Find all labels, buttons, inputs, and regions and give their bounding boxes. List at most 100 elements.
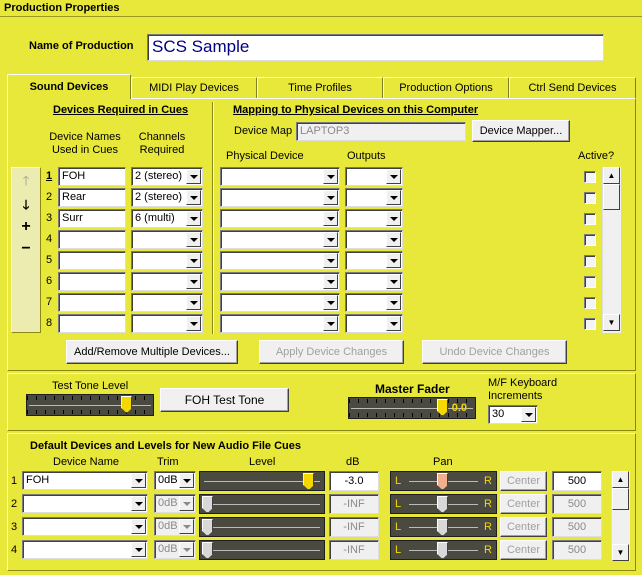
device-name-field[interactable] [58, 251, 126, 270]
chevron-down-icon[interactable] [186, 232, 201, 247]
trim-select[interactable]: 0dB [154, 494, 196, 513]
chevron-down-icon[interactable] [186, 295, 201, 310]
chevron-down-icon[interactable] [323, 190, 338, 205]
chevron-down-icon[interactable] [186, 169, 201, 184]
channels-select[interactable] [131, 272, 203, 291]
level-slider[interactable] [199, 540, 325, 560]
pan-slider[interactable]: LR [390, 494, 497, 514]
scroll-up-icon[interactable]: ▲ [612, 471, 629, 488]
channels-select[interactable] [131, 293, 203, 312]
defaults-scrollbar[interactable]: ▲ ▼ [611, 471, 630, 561]
test-tone-slider[interactable] [26, 394, 154, 416]
pan-center-button[interactable]: Center [500, 494, 547, 514]
device-name-field[interactable] [58, 314, 126, 333]
tab-midi-play-devices[interactable]: MIDI Play Devices [131, 77, 257, 98]
trim-select[interactable]: 0dB [154, 471, 196, 490]
chevron-down-icon[interactable] [186, 190, 201, 205]
chevron-down-icon[interactable] [386, 274, 401, 289]
pan-value-field[interactable]: 500 [552, 494, 602, 514]
pan-slider[interactable]: LR [390, 517, 497, 537]
outputs-select[interactable] [345, 272, 403, 291]
physical-device-select[interactable] [220, 230, 340, 249]
chevron-down-icon[interactable] [386, 169, 401, 184]
level-thumb[interactable] [202, 542, 213, 559]
chevron-down-icon[interactable] [386, 211, 401, 226]
pan-center-button[interactable]: Center [500, 517, 547, 537]
pan-center-button[interactable]: Center [500, 471, 547, 491]
outputs-select[interactable] [345, 251, 403, 270]
chevron-down-icon[interactable] [521, 407, 536, 422]
device-name-field[interactable]: Surr [58, 209, 126, 228]
physical-device-select[interactable] [220, 167, 340, 186]
pan-value-field[interactable]: 500 [552, 540, 602, 560]
pan-thumb[interactable] [437, 519, 448, 536]
remove-device-icon[interactable]: − [12, 240, 40, 258]
chevron-down-icon[interactable] [323, 274, 338, 289]
active-checkbox[interactable] [584, 276, 596, 288]
device-name-field[interactable] [58, 230, 126, 249]
pan-thumb[interactable] [437, 496, 448, 513]
level-slider[interactable] [199, 471, 325, 491]
chevron-down-icon[interactable] [131, 542, 146, 557]
pan-slider[interactable]: LR [390, 471, 497, 491]
undo-device-changes-button[interactable]: Undo Device Changes [422, 340, 567, 364]
chevron-down-icon[interactable] [386, 232, 401, 247]
physical-device-select[interactable] [220, 293, 340, 312]
foh-test-tone-button[interactable]: FOH Test Tone [160, 388, 289, 412]
outputs-select[interactable] [345, 167, 403, 186]
scrollbar-thumb[interactable] [612, 488, 629, 510]
tab-ctrl-send-devices[interactable]: Ctrl Send Devices [509, 77, 636, 98]
chevron-down-icon[interactable] [386, 295, 401, 310]
chevron-down-icon[interactable] [386, 253, 401, 268]
active-checkbox[interactable] [584, 297, 596, 309]
chevron-down-icon[interactable] [131, 473, 146, 488]
level-thumb[interactable] [202, 496, 213, 513]
pan-thumb[interactable] [437, 473, 448, 490]
db-field[interactable]: -INF [329, 540, 379, 560]
chevron-down-icon[interactable] [386, 190, 401, 205]
mapping-scrollbar[interactable]: ▲ ▼ [602, 167, 621, 333]
pan-value-field[interactable]: 500 [552, 517, 602, 537]
chevron-down-icon[interactable] [179, 496, 194, 511]
scroll-down-icon[interactable]: ▼ [612, 544, 629, 561]
pan-slider[interactable]: LR [390, 540, 497, 560]
device-name-field[interactable]: Rear [58, 188, 126, 207]
db-field[interactable]: -INF [329, 494, 379, 514]
channels-select[interactable]: 2 (stereo) [131, 167, 203, 186]
device-name-field[interactable] [58, 272, 126, 291]
level-thumb[interactable] [202, 519, 213, 536]
db-field[interactable]: -3.0 [329, 471, 379, 491]
chevron-down-icon[interactable] [131, 519, 146, 534]
active-checkbox[interactable] [584, 213, 596, 225]
outputs-select[interactable] [345, 188, 403, 207]
move-down-icon[interactable]: 🡓 [12, 196, 40, 218]
scroll-up-icon[interactable]: ▲ [603, 167, 620, 184]
chevron-down-icon[interactable] [323, 232, 338, 247]
chevron-down-icon[interactable] [131, 496, 146, 511]
trim-select[interactable]: 0dB [154, 540, 196, 559]
device-name-field[interactable] [58, 293, 126, 312]
mf-increments-select[interactable]: 30 [488, 405, 538, 424]
device-name-select[interactable]: FOH [22, 471, 148, 490]
add-remove-devices-button[interactable]: Add/Remove Multiple Devices... [66, 340, 238, 364]
device-name-select[interactable] [22, 540, 148, 559]
master-fader-slider[interactable]: 0.0 [348, 397, 476, 419]
device-mapper-button[interactable]: Device Mapper... [472, 120, 570, 142]
chevron-down-icon[interactable] [179, 519, 194, 534]
tab-sound-devices[interactable]: Sound Devices [7, 74, 131, 99]
db-field[interactable]: -INF [329, 517, 379, 537]
pan-center-button[interactable]: Center [500, 540, 547, 560]
chevron-down-icon[interactable] [323, 295, 338, 310]
physical-device-select[interactable] [220, 314, 340, 333]
chevron-down-icon[interactable] [179, 473, 194, 488]
scrollbar-thumb[interactable] [603, 184, 620, 210]
outputs-select[interactable] [345, 314, 403, 333]
channels-select[interactable] [131, 251, 203, 270]
physical-device-select[interactable] [220, 251, 340, 270]
chevron-down-icon[interactable] [186, 316, 201, 331]
chevron-down-icon[interactable] [323, 169, 338, 184]
pan-thumb[interactable] [437, 542, 448, 559]
pan-value-field[interactable]: 500 [552, 471, 602, 491]
outputs-select[interactable] [345, 209, 403, 228]
outputs-select[interactable] [345, 293, 403, 312]
